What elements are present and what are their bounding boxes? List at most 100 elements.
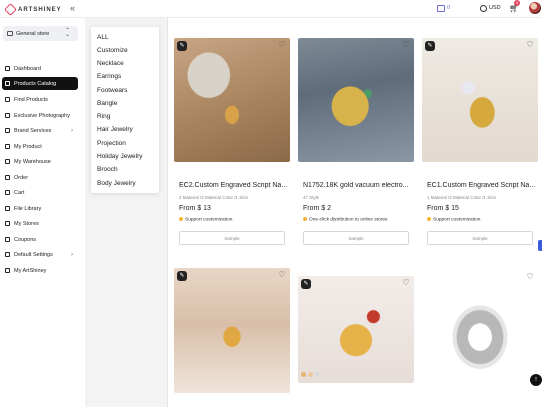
category-item[interactable]: Holiday Jewelry: [97, 153, 143, 160]
sidebar-item-coupons[interactable]: Coupons: [2, 233, 78, 246]
heart-icon[interactable]: ♡: [278, 271, 286, 279]
store-selector[interactable]: General store ⌃ ⌄: [3, 26, 78, 41]
sidebar-item-dashboard[interactable]: Dashboard: [2, 62, 78, 75]
sidebar-item-label: Brand Services: [14, 127, 52, 134]
sidebar-item-label: Coupons: [14, 236, 37, 243]
updown-chevron-icon: ⌃ ⌄: [64, 28, 70, 38]
crown-icon: [427, 217, 431, 221]
logo-text: ARTSHINEY: [18, 6, 62, 13]
sidebar-item-my-artshiney[interactable]: My ArtShiney: [2, 264, 78, 277]
store-label: General store: [16, 30, 50, 37]
top-bar: ARTSHINEY « 0 USD 🛒︎ 3: [0, 0, 542, 18]
sample-button[interactable]: Sample: [179, 231, 285, 245]
product-image[interactable]: ✎ ♡: [298, 276, 414, 383]
crown-icon: [179, 217, 183, 221]
sidebar-item-products-catalog[interactable]: Products Catalog: [2, 77, 78, 90]
heart-icon[interactable]: ♡: [278, 41, 286, 49]
customize-pen-icon: ✎: [301, 279, 311, 289]
color-swatch[interactable]: [308, 372, 313, 377]
logo[interactable]: ARTSHINEY: [4, 3, 62, 16]
category-item[interactable]: Brooch: [97, 166, 118, 173]
category-item[interactable]: Necklace: [97, 60, 124, 67]
globe-icon[interactable]: [480, 5, 487, 12]
product-note-text: Support customization: [185, 217, 233, 223]
chevron-right-icon: ›: [71, 127, 73, 134]
category-item[interactable]: Customize: [97, 47, 128, 54]
avatar[interactable]: [529, 2, 541, 14]
product-note-text: Support customization: [433, 217, 481, 223]
user-icon: [5, 268, 10, 273]
product-price: From $ 13: [179, 205, 211, 212]
warehouse-icon: [5, 159, 10, 164]
category-item[interactable]: Bangle: [97, 100, 117, 107]
sidebar-item-label: Order: [14, 174, 29, 181]
category-item[interactable]: Earrings: [97, 73, 121, 80]
sidebar-item-label: My Warehouse: [14, 158, 51, 165]
product-price: From $ 2: [303, 205, 332, 212]
heart-icon[interactable]: ♡: [402, 41, 410, 49]
cart-badge: 3: [514, 0, 520, 6]
sidebar-item-default-settings[interactable]: Default Settings ›: [2, 248, 78, 261]
chevron-right-icon: ›: [71, 251, 73, 258]
sidebar-item-file-library[interactable]: File Library: [2, 202, 78, 215]
product-title[interactable]: EC2.Custom Engraved Script Na...: [179, 182, 293, 189]
sidebar-item-my-warehouse[interactable]: My Warehouse: [2, 155, 78, 168]
product-note: One-click distribution to online stores: [303, 217, 387, 222]
sidebar-item-exclusive-photography[interactable]: Exclusive Photography: [2, 109, 78, 122]
sidebar-item-cart[interactable]: Cart: [2, 186, 78, 199]
sidebar-item-label: My Product: [14, 143, 42, 150]
heart-icon[interactable]: ♡: [526, 41, 534, 49]
product-image[interactable]: ✎ ♡: [174, 38, 290, 162]
side-tab[interactable]: [538, 240, 542, 251]
product-icon: [5, 144, 10, 149]
sidebar-item-my-product[interactable]: My Product: [2, 140, 78, 153]
scroll-top-arrow-icon[interactable]: ↑: [530, 374, 542, 386]
order-icon: [5, 175, 10, 180]
sidebar-item-label: File Library: [14, 205, 42, 212]
sidebar-item-label: My Stores: [14, 220, 39, 227]
product-image[interactable]: ♡: [422, 270, 538, 392]
sidebar-item-order[interactable]: Order: [2, 171, 78, 184]
product-image[interactable]: ✎ ♡: [174, 268, 290, 393]
product-note: Support customization: [427, 217, 480, 222]
category-item[interactable]: Footwears: [97, 87, 127, 94]
product-price: From $ 15: [427, 205, 459, 212]
product-title[interactable]: N1752.18K gold vacuum electro...: [303, 182, 417, 189]
category-item[interactable]: Hair Jewelry: [97, 126, 133, 133]
sidebar-item-label: Exclusive Photography: [14, 112, 70, 119]
product-meta: 1 Material /3 Material Color /1 Size: [427, 195, 497, 200]
heart-icon[interactable]: ♡: [526, 273, 534, 281]
collapse-sidebar-icon[interactable]: «: [70, 4, 75, 13]
category-item[interactable]: Body Jewelry: [97, 180, 136, 187]
cart-icon[interactable]: 🛒︎: [509, 5, 519, 13]
currency-selector[interactable]: USD: [489, 5, 501, 11]
box-count: 0: [447, 5, 451, 11]
color-swatch[interactable]: [315, 372, 320, 377]
search-icon: [5, 97, 10, 102]
customize-pen-icon: ✎: [177, 271, 187, 281]
cart-icon: [5, 190, 10, 195]
category-item[interactable]: ALL: [97, 34, 109, 41]
product-meta: 2 Material /3 Material Color /1 Size: [179, 195, 249, 200]
folder-icon: [5, 206, 10, 211]
store-icon: [7, 31, 13, 36]
sidebar-item-find-products[interactable]: Find Products: [2, 93, 78, 106]
sidebar-item-label: Cart: [14, 189, 25, 196]
sidebar-item-brand-services[interactable]: Brand Services ›: [2, 124, 78, 137]
sample-button[interactable]: Sample: [303, 231, 409, 245]
color-swatch[interactable]: [301, 372, 306, 377]
product-title[interactable]: EC1.Custom Engraved Script Na...: [427, 182, 541, 189]
logo-mark-icon: [4, 3, 17, 16]
sample-button[interactable]: Sample: [427, 231, 533, 245]
store-icon: [5, 221, 10, 226]
product-note-text: One-click distribution to online stores: [309, 217, 388, 223]
category-item[interactable]: Ring: [97, 113, 110, 120]
product-image[interactable]: ✎ ♡: [422, 38, 538, 162]
sidebar-item-my-stores[interactable]: My Stores: [2, 217, 78, 230]
product-image[interactable]: ♡: [298, 38, 414, 162]
camera-icon: [5, 113, 10, 118]
heart-icon[interactable]: ♡: [402, 279, 410, 287]
category-item[interactable]: Projection: [97, 140, 126, 147]
box-icon[interactable]: [437, 5, 445, 12]
customize-pen-icon: ✎: [425, 41, 435, 51]
